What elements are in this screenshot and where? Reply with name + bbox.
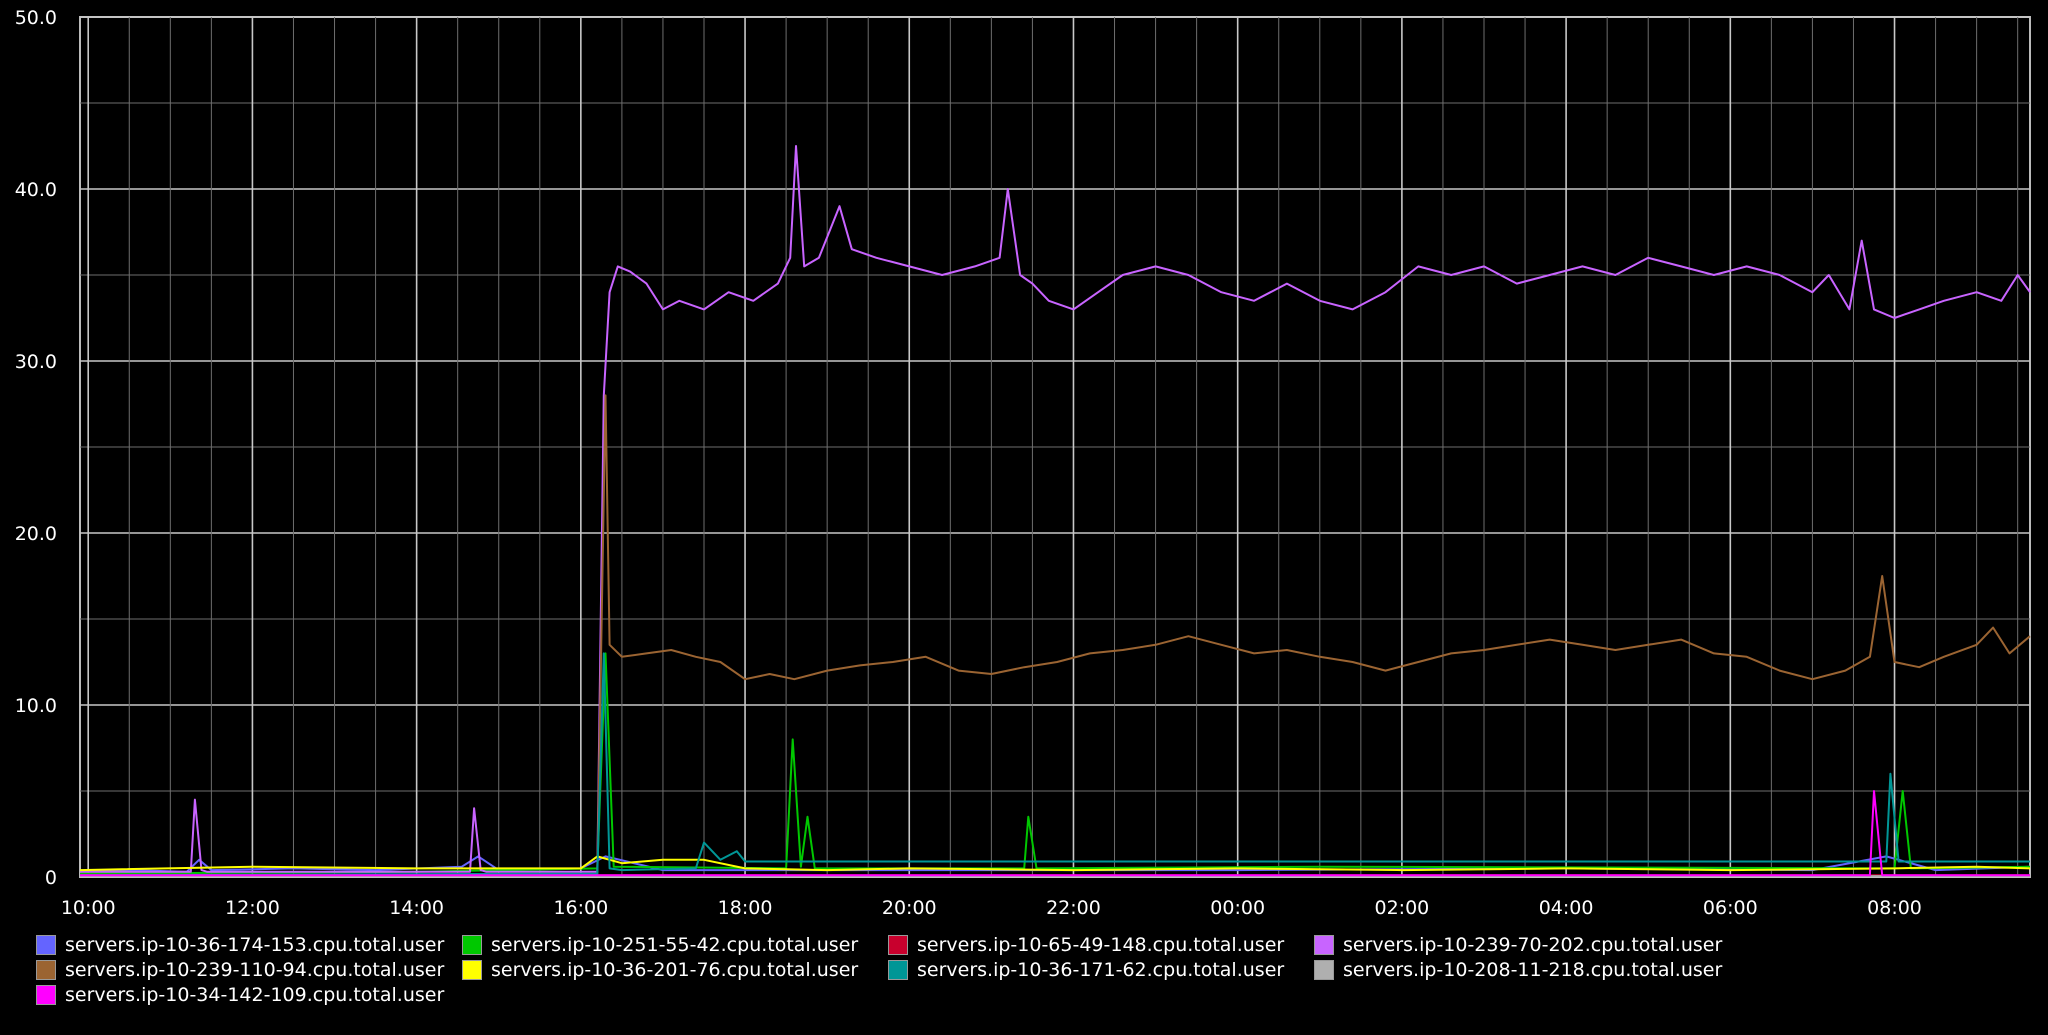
y-tick-label: 10.0 bbox=[15, 695, 57, 717]
x-tick-label: 18:00 bbox=[718, 897, 773, 919]
legend-item: servers.ip-10-36-201-76.cpu.total.user bbox=[462, 958, 858, 982]
x-tick-label: 06:00 bbox=[1703, 897, 1758, 919]
legend-swatch bbox=[36, 985, 56, 1005]
legend-item: servers.ip-10-239-70-202.cpu.total.user bbox=[1314, 933, 1722, 957]
y-tick-label: 40.0 bbox=[15, 179, 57, 201]
legend-item: servers.ip-10-36-174-153.cpu.total.user bbox=[36, 933, 444, 957]
legend-label: servers.ip-10-36-174-153.cpu.total.user bbox=[65, 934, 445, 956]
legend-swatch bbox=[462, 935, 482, 955]
legend-swatch bbox=[36, 960, 56, 980]
y-tick-label: 30.0 bbox=[15, 351, 57, 373]
x-tick-label: 12:00 bbox=[225, 897, 280, 919]
legend-swatch bbox=[1314, 935, 1334, 955]
x-tick-label: 00:00 bbox=[1210, 897, 1265, 919]
legend-swatch bbox=[1314, 960, 1334, 980]
legend-label: servers.ip-10-208-11-218.cpu.total.user bbox=[1343, 959, 1723, 981]
legend-swatch bbox=[36, 935, 56, 955]
x-tick-label: 14:00 bbox=[389, 897, 444, 919]
x-tick-label: 02:00 bbox=[1375, 897, 1430, 919]
legend-item: servers.ip-10-208-11-218.cpu.total.user bbox=[1314, 958, 1722, 982]
x-tick-label: 08:00 bbox=[1867, 897, 1922, 919]
legend-label: servers.ip-10-239-70-202.cpu.total.user bbox=[1343, 934, 1723, 956]
legend-swatch bbox=[462, 960, 482, 980]
legend-item: servers.ip-10-239-110-94.cpu.total.user bbox=[36, 958, 444, 982]
legend-label: servers.ip-10-34-142-109.cpu.total.user bbox=[65, 984, 445, 1006]
legend-label: servers.ip-10-36-171-62.cpu.total.user bbox=[917, 959, 1285, 981]
x-tick-label: 04:00 bbox=[1539, 897, 1594, 919]
legend-swatch bbox=[888, 960, 908, 980]
cpu-usage-line-chart: 50.0 40.0 30.0 20.0 10.0 0 10:00 12:00 14:00 16:… bbox=[0, 0, 2048, 930]
legend-item: servers.ip-10-65-49-148.cpu.total.user bbox=[888, 933, 1284, 957]
x-tick-label: 16:00 bbox=[553, 897, 608, 919]
y-tick-label: 50.0 bbox=[15, 7, 57, 29]
legend-label: servers.ip-10-65-49-148.cpu.total.user bbox=[917, 934, 1285, 956]
x-tick-label: 22:00 bbox=[1046, 897, 1101, 919]
y-tick-label: 0 bbox=[45, 867, 57, 889]
legend-item: servers.ip-10-36-171-62.cpu.total.user bbox=[888, 958, 1284, 982]
legend-item: servers.ip-10-251-55-42.cpu.total.user bbox=[462, 933, 858, 957]
legend-label: servers.ip-10-251-55-42.cpu.total.user bbox=[491, 934, 859, 956]
legend-swatch bbox=[888, 935, 908, 955]
graphite-chart: 50.0 40.0 30.0 20.0 10.0 0 10:00 12:00 14:00 16:… bbox=[0, 0, 2048, 1035]
legend-item: servers.ip-10-34-142-109.cpu.total.user bbox=[36, 983, 444, 1007]
legend-label: servers.ip-10-36-201-76.cpu.total.user bbox=[491, 959, 859, 981]
x-tick-label: 10:00 bbox=[61, 897, 116, 919]
x-tick-label: 20:00 bbox=[882, 897, 937, 919]
y-tick-label: 20.0 bbox=[15, 523, 57, 545]
legend-label: servers.ip-10-239-110-94.cpu.total.user bbox=[65, 959, 445, 981]
